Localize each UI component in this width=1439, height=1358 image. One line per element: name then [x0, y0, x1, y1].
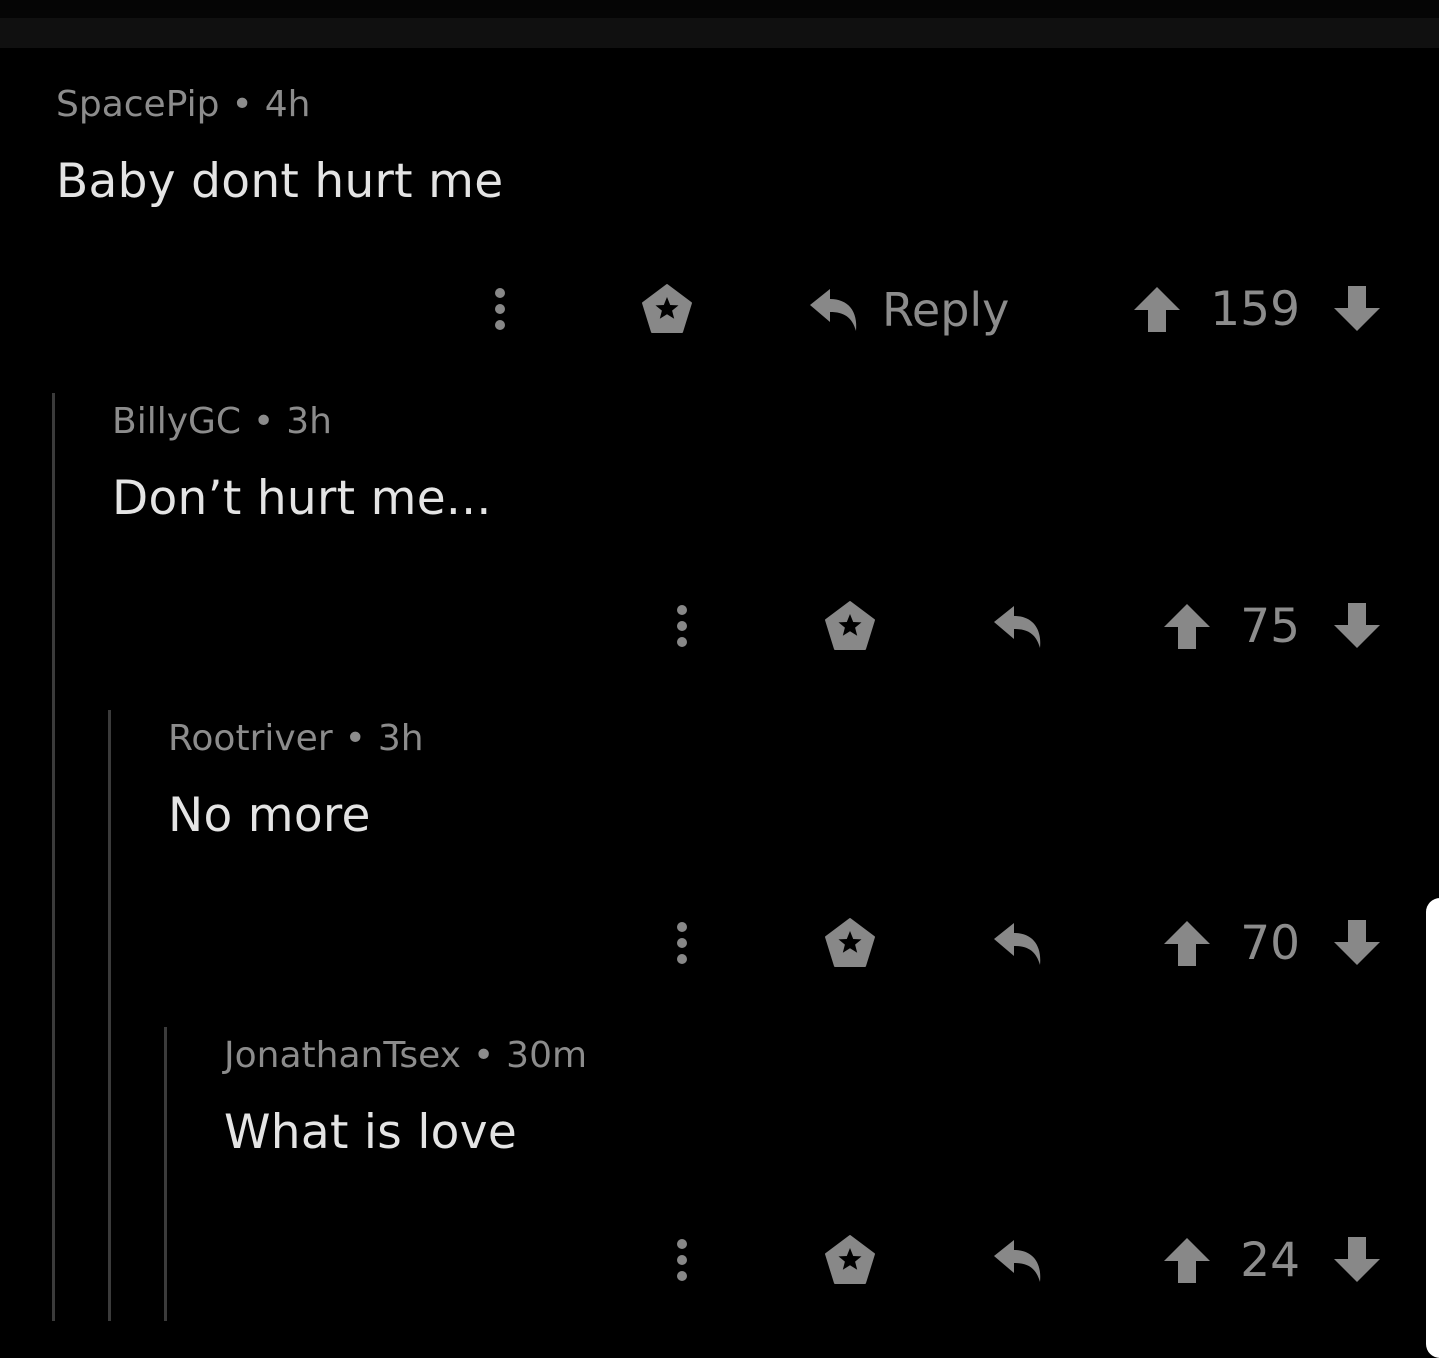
comment-text: No more	[168, 788, 371, 843]
comment-age: 3h	[377, 718, 424, 759]
meta-separator: •	[472, 1035, 495, 1076]
downvote-button[interactable]	[1330, 1233, 1384, 1287]
comment-rootriver: Rootriver • 3h No more 70	[0, 634, 1439, 971]
comment-jonathantsex: JonathanTsex • 30m What is love 24	[0, 951, 1439, 1288]
meta-separator: •	[231, 84, 253, 125]
comment-meta: BillyGC • 3h	[112, 401, 332, 442]
author-name[interactable]: BillyGC	[112, 401, 241, 442]
author-name[interactable]: SpacePip	[56, 84, 219, 125]
comment-meta: Rootriver • 3h	[168, 718, 424, 759]
award-icon	[825, 1235, 875, 1284]
more-options-button[interactable]	[662, 1237, 702, 1283]
meta-separator: •	[344, 718, 366, 759]
comment-spacepip: SpacePip • 4h Baby dont hurt me Reply 159	[0, 0, 1439, 337]
comment-meta: SpacePip • 4h	[56, 84, 310, 125]
meta-separator: •	[253, 401, 275, 442]
side-overlay-tab[interactable]	[1426, 898, 1439, 1358]
comment-age: 4h	[264, 84, 311, 125]
downvote-icon	[1334, 1237, 1380, 1282]
more-vertical-icon	[677, 1239, 687, 1281]
comment-text: Don’t hurt me...	[112, 471, 492, 526]
comment-text: What is love	[224, 1105, 518, 1160]
comment-age: 30m	[506, 1035, 588, 1076]
comment-text: Baby dont hurt me	[56, 154, 504, 209]
comment-billygc: BillyGC • 3h Don’t hurt me... 75	[0, 317, 1439, 654]
author-name[interactable]: JonathanTsex	[224, 1035, 461, 1076]
author-name[interactable]: Rootriver	[168, 718, 333, 759]
vote-score: 24	[1240, 1233, 1300, 1288]
comment-age: 3h	[286, 401, 333, 442]
comment-meta: JonathanTsex • 30m	[224, 1035, 587, 1076]
reply-icon	[994, 1240, 1041, 1282]
award-button[interactable]	[823, 1233, 877, 1287]
reply-button[interactable]	[990, 1233, 1046, 1289]
